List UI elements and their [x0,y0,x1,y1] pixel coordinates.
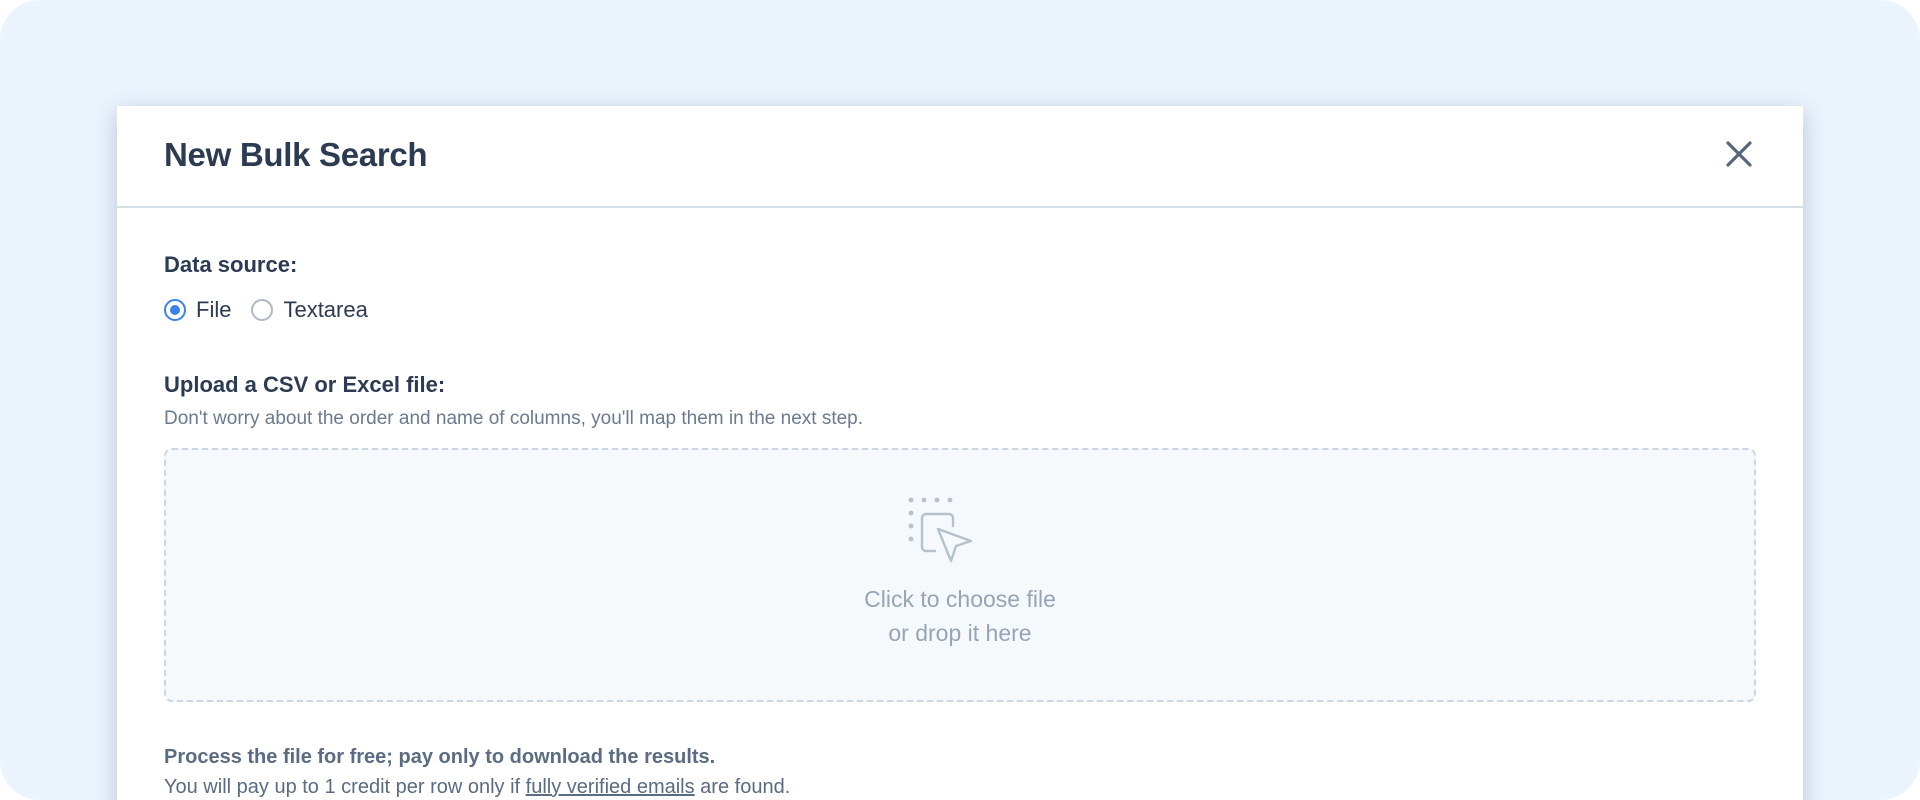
upload-label: Upload a CSV or Excel file: [164,372,446,397]
textarea-radio[interactable] [251,299,274,321]
file-radio[interactable] [164,299,186,321]
radio-option-file[interactable]: File [164,297,231,323]
pricing-text-before: You will pay up to 1 credit per row only… [164,776,526,798]
data-source-label: Data source: [164,252,298,277]
click-target-icon [908,497,973,563]
pricing-note: You will pay up to 1 credit per row only… [164,776,790,799]
fully-verified-emails-link[interactable]: fully verified emails [526,776,695,798]
page-backdrop: New Bulk Search Data source: File Textar… [0,0,1920,800]
close-button[interactable] [1721,136,1757,172]
upload-hint: Don't worry about the order and name of … [164,408,864,429]
pricing-headline: Process the file for free; pay only to d… [164,746,716,768]
dropzone-line-2: or drop it here [888,620,1032,646]
bulk-search-modal: New Bulk Search Data source: File Textar… [117,106,1803,800]
dropzone-line-1: Click to choose file [864,586,1056,612]
file-radio-label[interactable]: File [196,297,231,323]
data-source-radio-group: File Textarea [164,296,388,324]
modal-header: New Bulk Search [117,106,1803,208]
textarea-radio-label[interactable]: Textarea [283,297,367,323]
radio-option-textarea[interactable]: Textarea [251,297,368,323]
modal-title: New Bulk Search [164,136,428,173]
close-icon [1726,141,1752,167]
pricing-text-after: are found. [694,776,791,798]
file-dropzone[interactable]: Click to choose file or drop it here [164,448,1756,702]
